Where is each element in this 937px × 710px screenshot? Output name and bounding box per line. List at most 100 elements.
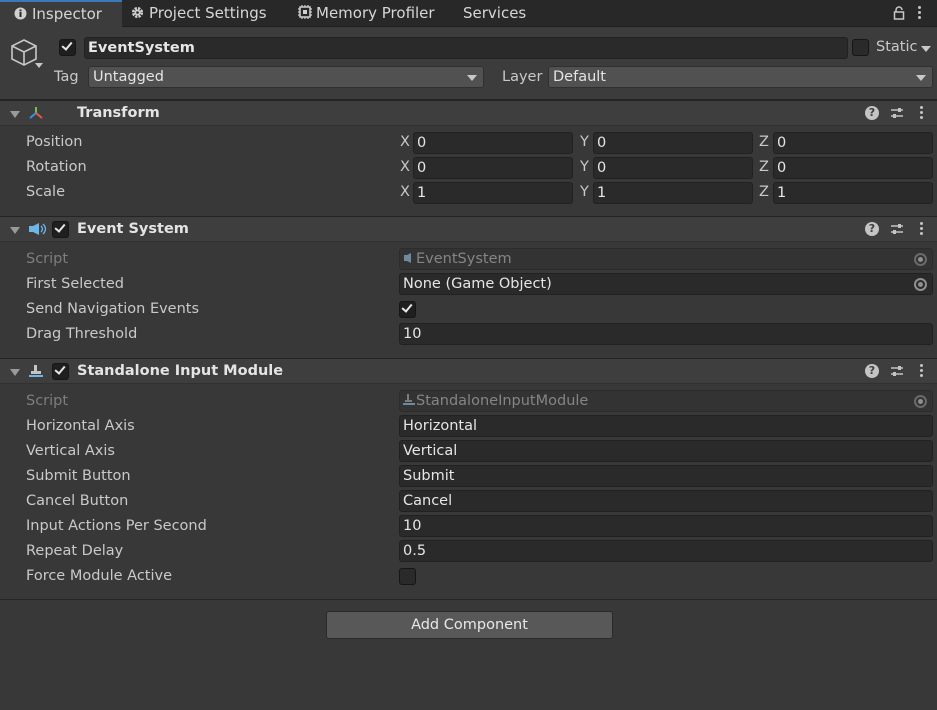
script-label: Script [26, 251, 69, 267]
scale-z-input[interactable]: 1 [773, 182, 933, 204]
position-x-input[interactable]: 0 [413, 132, 573, 154]
tab-memory-profiler-label: Memory Profiler [316, 4, 435, 22]
layer-label: Layer [502, 69, 543, 85]
first-selected-value: None (Game Object) [403, 276, 552, 292]
horizontal-axis-input[interactable]: Horizontal [399, 415, 933, 437]
layer-value: Default [553, 69, 606, 85]
event-system-header[interactable]: Event System ? [0, 216, 937, 242]
tag-value: Untagged [93, 69, 164, 85]
standalone-input-header[interactable]: Standalone Input Module ? [0, 358, 937, 384]
static-label: Static [876, 39, 918, 55]
object-name-input[interactable]: EventSystem [84, 37, 848, 59]
force-module-active-checkbox[interactable] [399, 568, 416, 585]
position-z-input[interactable]: 0 [773, 132, 933, 154]
input-actions-per-second-input[interactable]: 10 [399, 515, 933, 537]
event-system-body: Script EventSystem First Selected None (… [0, 242, 937, 357]
gear-icon [131, 6, 144, 19]
transform-title: Transform [77, 105, 160, 121]
scale-y-input[interactable]: 1 [593, 182, 753, 204]
foldout-arrow-icon[interactable] [10, 227, 20, 234]
tag-label: Tag [54, 69, 79, 85]
presets-icon[interactable] [890, 106, 904, 120]
chevron-down-icon [916, 75, 926, 81]
divider [0, 599, 937, 600]
standalone-title: Standalone Input Module [77, 363, 284, 379]
component-menu-icon[interactable] [920, 364, 924, 378]
add-component-button[interactable]: Add Component [326, 611, 613, 639]
foldout-arrow-icon[interactable] [10, 369, 20, 376]
axis-y-label: Y [580, 159, 589, 175]
component-menu-icon[interactable] [920, 106, 924, 120]
tab-bar: Inspector Project Settings Memory Profil… [0, 0, 937, 27]
layer-dropdown[interactable]: Default [548, 66, 933, 88]
object-header: EventSystem Static Tag Untagged Layer De… [0, 27, 937, 100]
help-icon[interactable]: ? [865, 106, 879, 120]
tab-memory-profiler[interactable]: Memory Profiler [297, 0, 435, 27]
rotation-y-input[interactable]: 0 [593, 157, 753, 179]
rotation-label: Rotation [26, 159, 87, 175]
script-icon [403, 394, 415, 405]
rotation-x-input[interactable]: 0 [413, 157, 573, 179]
info-icon [14, 7, 27, 20]
standalone-enabled-checkbox[interactable] [52, 363, 69, 380]
lock-icon[interactable] [893, 6, 905, 20]
component-menu-icon[interactable] [920, 222, 924, 236]
script-icon [404, 253, 411, 263]
object-picker-icon[interactable] [914, 395, 927, 408]
object-picker-icon[interactable] [914, 253, 927, 266]
axis-y-label: Y [580, 134, 589, 150]
axis-x-label: X [400, 134, 410, 150]
event-system-icon [29, 223, 46, 235]
axis-z-label: Z [759, 184, 769, 200]
position-label: Position [26, 134, 83, 150]
tag-dropdown[interactable]: Untagged [88, 66, 484, 88]
scale-x-input[interactable]: 1 [413, 182, 573, 204]
axis-z-label: Z [759, 159, 769, 175]
help-icon[interactable]: ? [865, 222, 879, 236]
axis-z-label: Z [759, 134, 769, 150]
icon-dropdown-caret-icon[interactable] [35, 63, 43, 68]
chip-icon [298, 5, 312, 19]
first-selected-field[interactable]: None (Game Object) [399, 273, 933, 295]
drag-threshold-input[interactable]: 10 [399, 323, 933, 345]
tab-menu-icon[interactable] [918, 6, 922, 20]
axis-x-label: X [400, 184, 410, 200]
tab-inspector[interactable]: Inspector [0, 0, 122, 27]
script-value: EventSystem [416, 251, 512, 267]
chevron-down-icon [467, 75, 477, 81]
send-navigation-checkbox[interactable] [399, 301, 416, 318]
first-selected-label: First Selected [26, 276, 124, 292]
standalone-body: Script StandaloneInputModule Horizontal … [0, 384, 937, 599]
help-icon[interactable]: ? [865, 364, 879, 378]
transform-header[interactable]: Transform ? [0, 100, 937, 126]
static-dropdown-caret-icon[interactable] [921, 46, 931, 52]
horizontal-axis-label: Horizontal Axis [26, 418, 135, 434]
axis-y-label: Y [580, 184, 589, 200]
vertical-axis-label: Vertical Axis [26, 443, 115, 459]
static-checkbox[interactable] [852, 39, 869, 56]
tab-project-settings-label: Project Settings [149, 4, 267, 22]
position-y-input[interactable]: 0 [593, 132, 753, 154]
tab-services[interactable]: Services [463, 0, 526, 27]
force-module-active-label: Force Module Active [26, 568, 173, 584]
event-system-title: Event System [77, 221, 189, 237]
transform-body: Position X 0 Y 0 Z 0 Rotation X 0 Y 0 Z … [0, 126, 937, 215]
rotation-z-input[interactable]: 0 [773, 157, 933, 179]
cancel-button-input[interactable]: Cancel [399, 490, 933, 512]
tab-project-settings[interactable]: Project Settings [131, 0, 267, 27]
active-checkbox[interactable] [59, 39, 76, 56]
script-label: Script [26, 393, 69, 409]
scale-label: Scale [26, 184, 66, 200]
submit-button-label: Submit Button [26, 468, 131, 484]
presets-icon[interactable] [890, 364, 904, 378]
object-picker-icon[interactable] [914, 278, 927, 291]
repeat-delay-input[interactable]: 0.5 [399, 540, 933, 562]
event-system-enabled-checkbox[interactable] [52, 221, 69, 238]
drag-threshold-label: Drag Threshold [26, 326, 138, 342]
presets-icon[interactable] [890, 222, 904, 236]
tab-services-label: Services [463, 4, 527, 22]
foldout-arrow-icon[interactable] [10, 111, 20, 118]
axis-x-label: X [400, 159, 410, 175]
submit-button-input[interactable]: Submit [399, 465, 933, 487]
vertical-axis-input[interactable]: Vertical [399, 440, 933, 462]
